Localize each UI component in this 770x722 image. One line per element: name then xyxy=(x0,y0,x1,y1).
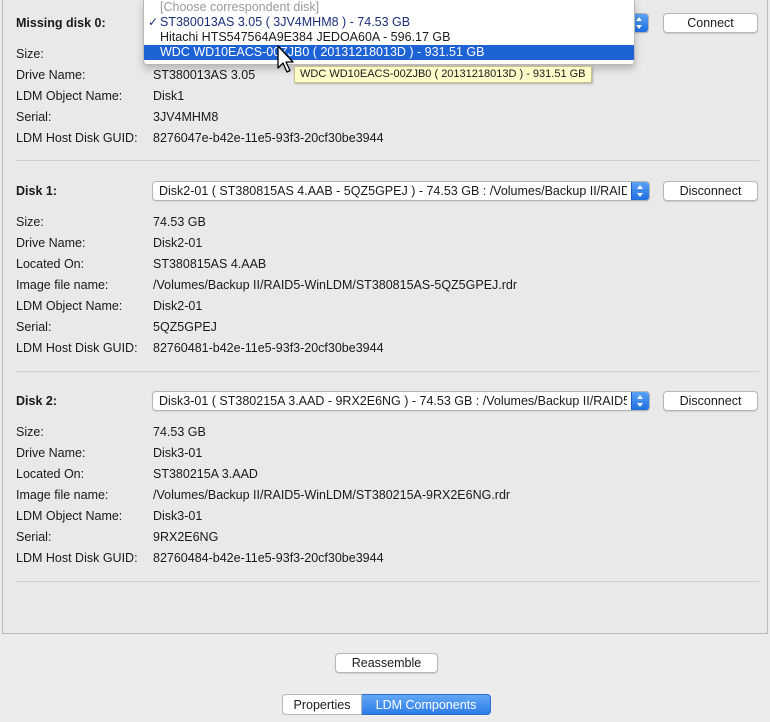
serial-value: 5QZ5GPEJ xyxy=(153,320,217,334)
image-file-name-label: Image file name: xyxy=(16,488,109,502)
missing-disk-heading: Missing disk 0: xyxy=(16,16,106,30)
ldm-components-panel: Missing disk 0: Connect Size: Drive Name… xyxy=(2,0,768,634)
disk1-disconnect-button[interactable]: Disconnect xyxy=(663,181,758,201)
dropdown-option-wdc[interactable]: WDC WD10EACS-00ZJB0 ( 20131218013D ) - 9… xyxy=(144,45,634,60)
option-tooltip: WDC WD10EACS-00ZJB0 ( 20131218013D ) - 9… xyxy=(294,66,592,83)
disk1-select-value: Disk2-01 ( ST380815AS 4.AAB - 5QZ5GPEJ )… xyxy=(159,184,627,198)
ldm-object-name-label: LDM Object Name: xyxy=(16,89,123,103)
size-label: Size: xyxy=(16,47,44,61)
size-value: 74.53 GB xyxy=(153,425,206,439)
checkmark-icon: ✓ xyxy=(148,15,159,29)
serial-label: Serial: xyxy=(16,320,52,334)
tab-ldm-components[interactable]: LDM Components xyxy=(362,694,491,715)
drive-name-value: ST380013AS 3.05 xyxy=(153,68,256,82)
located-on-label: Located On: xyxy=(16,467,85,481)
located-on-label: Located On: xyxy=(16,257,85,271)
connect-button[interactable]: Connect xyxy=(663,13,758,33)
image-file-name-value: /Volumes/Backup II/RAID5-WinLDM/ST380815… xyxy=(153,278,518,292)
disk2-disconnect-button[interactable]: Disconnect xyxy=(663,391,758,411)
size-label: Size: xyxy=(16,215,44,229)
host-disk-guid-label: LDM Host Disk GUID: xyxy=(16,551,138,565)
tab-properties[interactable]: Properties xyxy=(282,694,362,715)
size-label: Size: xyxy=(16,425,44,439)
located-on-value: ST380215A 3.AAD xyxy=(153,467,258,481)
disk2-heading: Disk 2: xyxy=(16,394,57,408)
host-disk-guid-value: 82760484-b42e-11e5-93f3-20cf30be3944 xyxy=(153,551,384,565)
drive-name-value: Disk3-01 xyxy=(153,446,203,460)
dropdown-option-st380013as[interactable]: ✓ ST380013AS 3.05 ( 3JV4MHM8 ) - 74.53 G… xyxy=(144,15,634,30)
disk1-image-select[interactable]: Disk2-01 ( ST380815AS 4.AAB - 5QZ5GPEJ )… xyxy=(152,181,650,201)
dropdown-option-label: ST380013AS 3.05 ( 3JV4MHM8 ) - 74.53 GB xyxy=(160,15,411,29)
mouse-pointer-icon xyxy=(277,45,294,73)
select-arrows-icon xyxy=(631,392,649,410)
host-disk-guid-value: 8276047e-b42e-11e5-93f3-20cf30be3944 xyxy=(153,131,384,145)
disk-dropdown-menu: [Choose correspondent disk] ✓ ST380013AS… xyxy=(143,0,635,65)
host-disk-guid-label: LDM Host Disk GUID: xyxy=(16,341,138,355)
serial-label: Serial: xyxy=(16,110,52,124)
drive-name-label: Drive Name: xyxy=(16,236,86,250)
dropdown-option-hitachi[interactable]: Hitachi HTS547564A9E384 JEDOA60A - 596.1… xyxy=(144,30,634,45)
disk2-select-value: Disk3-01 ( ST380215A 3.AAD - 9RX2E6NG ) … xyxy=(159,394,627,408)
ldm-object-name-value: Disk3-01 xyxy=(153,509,203,523)
disk1-heading: Disk 1: xyxy=(16,184,57,198)
serial-label: Serial: xyxy=(16,530,52,544)
serial-value: 9RX2E6NG xyxy=(153,530,219,544)
located-on-value: ST380815AS 4.AAB xyxy=(153,257,267,271)
select-arrows-icon xyxy=(631,182,649,200)
dropdown-option-label: Hitachi HTS547564A9E384 JEDOA60A - 596.1… xyxy=(160,30,451,44)
host-disk-guid-value: 82760481-b42e-11e5-93f3-20cf30be3944 xyxy=(153,341,384,355)
reassemble-button[interactable]: Reassemble xyxy=(335,653,438,673)
dropdown-option-label: WDC WD10EACS-00ZJB0 ( 20131218013D ) - 9… xyxy=(160,45,485,59)
dropdown-option-placeholder: [Choose correspondent disk] xyxy=(144,0,634,15)
drive-name-label: Drive Name: xyxy=(16,68,86,82)
ldm-object-name-label: LDM Object Name: xyxy=(16,299,123,313)
ldm-object-name-value: Disk2-01 xyxy=(153,299,203,313)
ldm-object-name-value: Disk1 xyxy=(153,89,185,103)
ldm-object-name-label: LDM Object Name: xyxy=(16,509,123,523)
size-value: 74.53 GB xyxy=(153,215,206,229)
drive-name-label: Drive Name: xyxy=(16,446,86,460)
section-divider xyxy=(16,581,759,582)
serial-value: 3JV4MHM8 xyxy=(153,110,219,124)
image-file-name-value: /Volumes/Backup II/RAID5-WinLDM/ST380215… xyxy=(153,488,511,502)
section-divider xyxy=(16,160,759,161)
dropdown-option-label: [Choose correspondent disk] xyxy=(160,0,320,14)
host-disk-guid-label: LDM Host Disk GUID: xyxy=(16,131,138,145)
drive-name-value: Disk2-01 xyxy=(153,236,203,250)
disk2-image-select[interactable]: Disk3-01 ( ST380215A 3.AAD - 9RX2E6NG ) … xyxy=(152,391,650,411)
section-divider xyxy=(16,371,759,372)
image-file-name-label: Image file name: xyxy=(16,278,109,292)
